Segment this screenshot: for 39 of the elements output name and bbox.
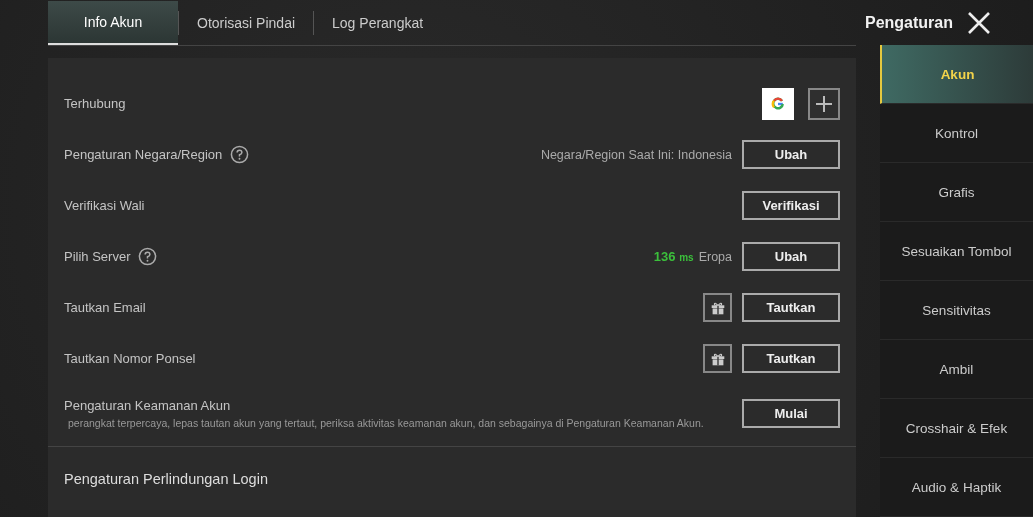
action-button[interactable]: Tautkan (742, 344, 840, 373)
info-text: Eropa (698, 249, 732, 264)
google-button[interactable] (762, 87, 794, 120)
sidebar-item[interactable]: Audio & Haptik (880, 458, 1033, 517)
google-logo (770, 95, 786, 112)
setting-label: Tautkan Email (64, 300, 146, 315)
action-button[interactable]: Mulai (742, 398, 840, 428)
close-icon[interactable] (967, 10, 991, 35)
setting-label: Terhubung (64, 96, 126, 111)
tab[interactable]: Info Akun (48, 0, 178, 45)
setting-label: Tautkan Nomor Ponsel (64, 351, 196, 366)
description-text: perangkat terpercaya, lepas tautan akun yang tertaut, periksa aktivitas keamanan akun, dan sebagainya di Pengaturan Keamanan Akun. (67, 416, 704, 429)
gift-button[interactable] (703, 344, 732, 373)
help-icon[interactable] (138, 247, 158, 266)
setting-label: Verifikasi Wali (64, 198, 145, 213)
sidebar-item[interactable]: Grafis (880, 163, 1033, 222)
help-icon[interactable] (230, 145, 250, 164)
sidebar-item[interactable]: Sensitivitas (880, 281, 1033, 340)
sidebar-item[interactable]: Akun (880, 45, 1033, 104)
info-text: Negara/Region Saat Ini: Indonesia (540, 147, 732, 162)
sidebar-item[interactable]: Crosshair & Efek (880, 399, 1033, 458)
setting-label: Pengaturan Keamanan Akun (64, 397, 231, 413)
action-button[interactable]: Verifikasi (742, 191, 840, 220)
gift-button[interactable] (703, 293, 732, 322)
sidebar-item[interactable]: Ambil (880, 340, 1033, 399)
ping-reading: 136 ms (653, 249, 694, 264)
setting-label: Pilih Server (64, 249, 131, 264)
action-button[interactable]: Tautkan (742, 293, 840, 322)
setting-label: Pengaturan Negara/Region (64, 147, 223, 162)
add-button[interactable] (808, 87, 840, 120)
plus-icon (814, 93, 834, 114)
tab[interactable]: Otorisasi Pindai (179, 0, 314, 45)
section-title: Pengaturan Perlindungan Login (64, 471, 269, 487)
action-button[interactable]: Ubah (742, 242, 840, 271)
tab[interactable]: Log Perangkat (314, 0, 442, 45)
sidebar-item[interactable]: Sesuaikan Tombol (880, 222, 1033, 281)
page-title: Pengaturan (865, 13, 953, 32)
sidebar-item[interactable]: Kontrol (880, 104, 1033, 163)
action-button[interactable]: Ubah (742, 140, 840, 169)
